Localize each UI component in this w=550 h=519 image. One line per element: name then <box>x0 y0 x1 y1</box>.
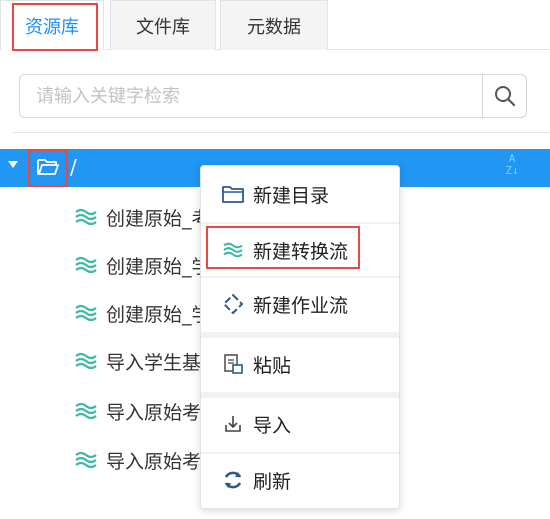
search-icon <box>494 86 515 107</box>
tree-item[interactable]: 创建原始_学 <box>74 249 211 281</box>
menu-item-refresh[interactable]: 刷新 <box>201 454 399 506</box>
tab-resource-library[interactable]: 资源库 <box>0 0 104 50</box>
tab-metadata[interactable]: 元数据 <box>220 0 328 50</box>
refresh-icon <box>221 468 245 492</box>
context-menu: 新建目录 新建转换流 新建作业流 粘贴 导入 刷新 <box>200 165 400 509</box>
tree-item-label: 创建原始_考 <box>106 207 211 230</box>
tree-item[interactable]: 创建原始_学 <box>74 297 211 329</box>
menu-item-label: 导入 <box>253 414 292 437</box>
divider <box>12 132 550 133</box>
menu-item-new-transformation[interactable]: 新建转换流 <box>201 224 399 276</box>
transformation-icon <box>75 352 97 370</box>
tree-item[interactable]: 创建原始_考 <box>74 201 211 233</box>
menu-item-paste[interactable]: 粘贴 <box>201 338 399 390</box>
menu-item-import[interactable]: 导入 <box>201 398 399 450</box>
tree-item[interactable]: 导入学生基 <box>74 345 201 377</box>
menu-item-label: 粘贴 <box>253 354 292 377</box>
transformation-icon <box>75 256 97 274</box>
menu-item-label: 刷新 <box>253 470 292 493</box>
tab-bar: 资源库 文件库 元数据 <box>0 0 550 50</box>
tree-item-label: 导入原始考 <box>106 401 202 424</box>
paste-icon <box>221 352 245 376</box>
tree-root-label: / <box>70 155 77 179</box>
search-button[interactable] <box>482 75 526 117</box>
job-icon <box>221 292 245 316</box>
folder-open-icon <box>37 159 59 175</box>
import-icon <box>221 412 245 436</box>
transformation-icon <box>75 208 97 226</box>
menu-item-label: 新建目录 <box>253 184 330 207</box>
tree-item[interactable]: 导入原始考 <box>74 395 201 427</box>
sort-az-icon[interactable]: A Z↓ <box>502 153 522 183</box>
menu-item-label: 新建作业流 <box>253 294 349 317</box>
tab-file-library[interactable]: 文件库 <box>110 0 216 50</box>
tree-item-label: 创建原始_学 <box>106 303 211 326</box>
folder-icon <box>221 182 245 206</box>
transformation-icon <box>75 402 97 420</box>
menu-item-new-job[interactable]: 新建作业流 <box>201 278 399 330</box>
search-input[interactable] <box>20 75 482 117</box>
menu-item-label: 新建转换流 <box>253 240 349 263</box>
search-box <box>19 74 527 118</box>
tree-item-label: 创建原始_学 <box>106 255 211 278</box>
tree-item[interactable]: 导入原始考 <box>74 444 201 476</box>
tree-item-label: 导入原始考 <box>106 450 202 473</box>
tree-item-label: 导入学生基 <box>106 351 202 374</box>
menu-item-new-directory[interactable]: 新建目录 <box>201 168 399 220</box>
transformation-icon <box>75 304 97 322</box>
expand-caret-icon[interactable] <box>8 161 18 168</box>
transformation-icon <box>221 238 245 262</box>
transformation-icon <box>75 451 97 469</box>
